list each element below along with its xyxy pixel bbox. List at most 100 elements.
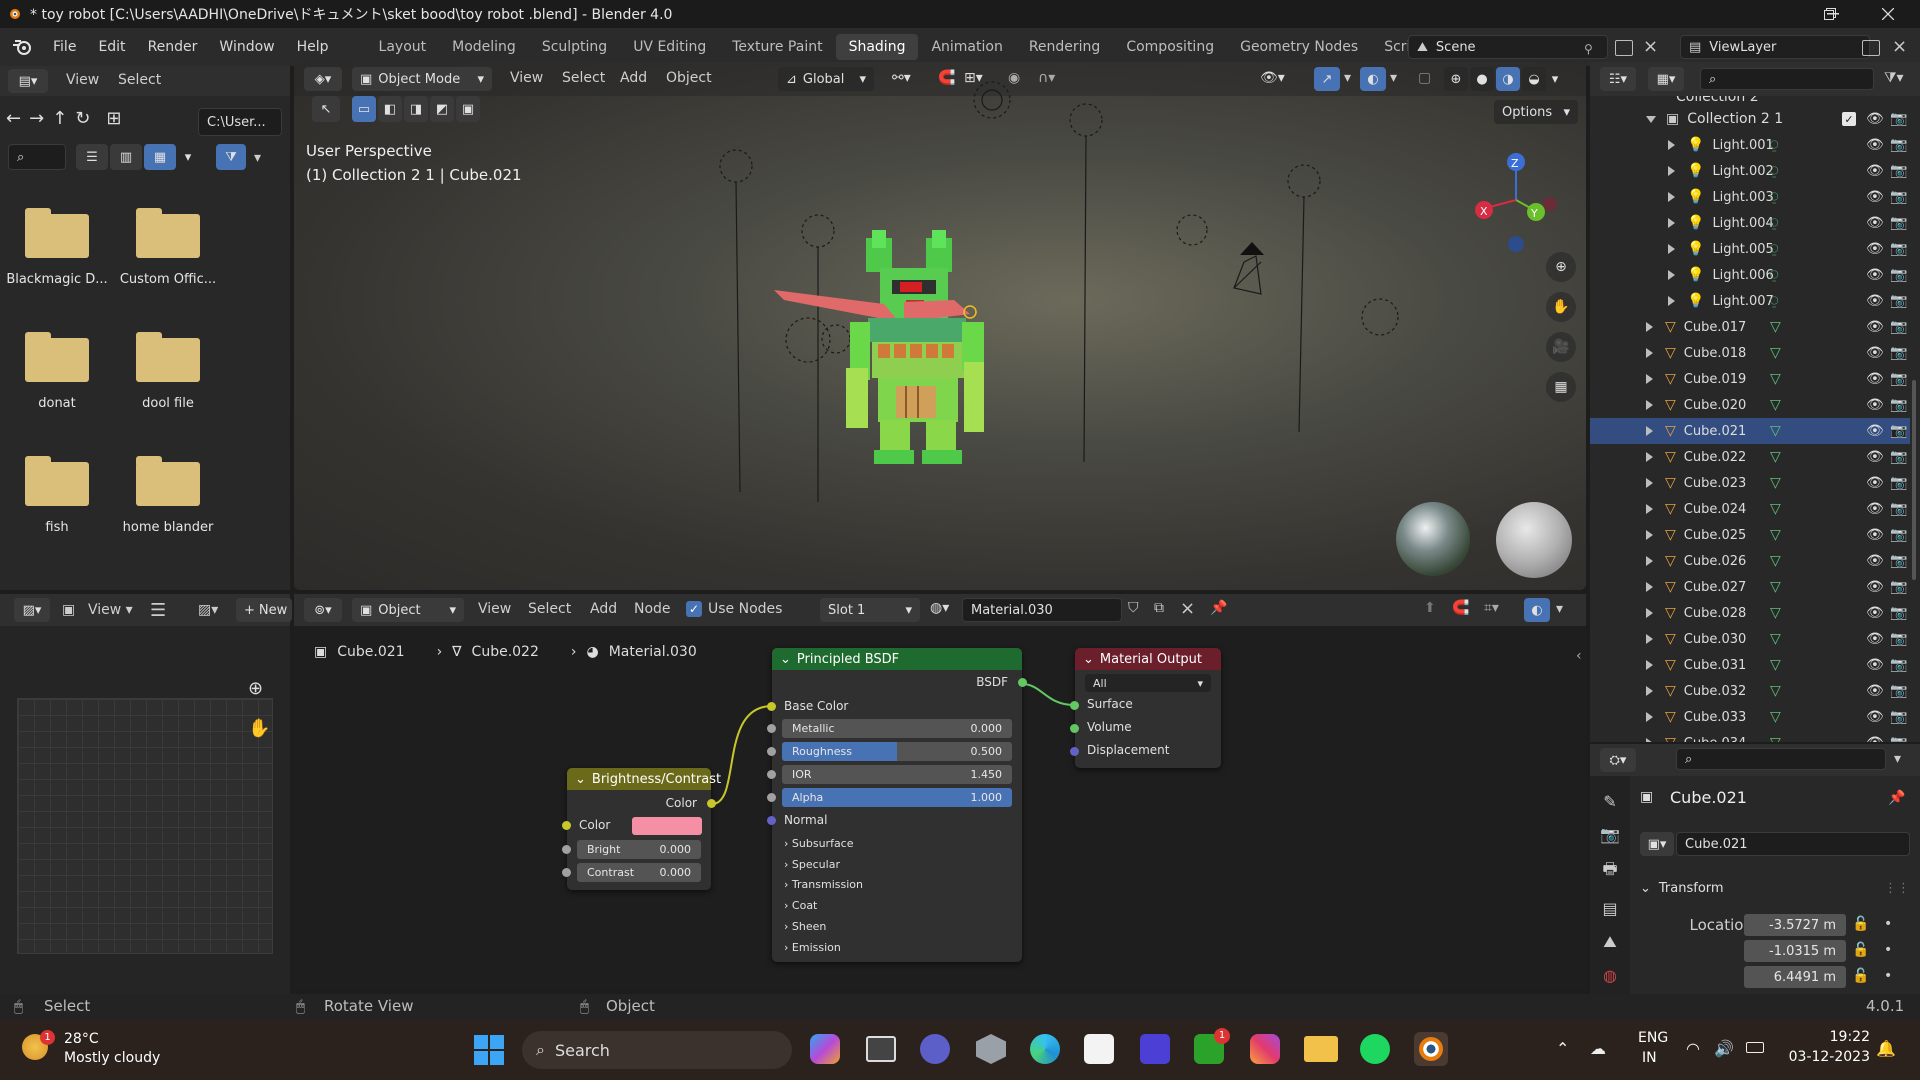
tab-sculpting[interactable]: Sculpting (529, 34, 620, 60)
eye-icon[interactable]: 👁 (1866, 735, 1884, 742)
light-row[interactable]: 💡 Light.006 ⍜ 👁 📷 (1590, 262, 1910, 288)
alpha-socket[interactable] (767, 793, 776, 802)
camera-render-icon[interactable]: 📷 (1890, 709, 1907, 725)
camera-render-icon[interactable]: 📷 (1890, 267, 1907, 283)
new-scene-icon[interactable] (1615, 40, 1633, 56)
mesh-row[interactable]: ▽ Cube.028 ▽ 👁 📷 (1590, 600, 1910, 626)
metallic-field[interactable]: Metallic 0.000 (782, 719, 1012, 738)
back-icon[interactable]: ← (6, 108, 21, 129)
new-folder-icon[interactable]: ⊞ (106, 108, 121, 129)
mesh-row[interactable]: ▽ Cube.023 ▽ 👁 📷 (1590, 470, 1910, 496)
eye-icon[interactable]: 👁 (1866, 345, 1884, 361)
object-name-field[interactable]: Cube.021 (1676, 832, 1910, 856)
eye-icon[interactable]: 👁 (1866, 709, 1884, 725)
mesh-row[interactable]: ▽ Cube.021 ▽ 👁 📷 (1590, 418, 1910, 444)
taskbar-store-icon[interactable] (1084, 1034, 1114, 1064)
transform-panel-header[interactable]: ⌄ Transform ⋮⋮ (1640, 876, 1910, 900)
tab-geometry-nodes[interactable]: Geometry Nodes (1227, 34, 1371, 60)
ortho-grid-icon[interactable]: ▦ (1546, 372, 1576, 402)
expand-chevron-icon[interactable] (1646, 478, 1653, 488)
expand-chevron-icon[interactable] (1646, 322, 1653, 332)
light-row[interactable]: 💡 Light.002 ⍜ 👁 📷 (1590, 158, 1910, 184)
ior-socket[interactable] (767, 770, 776, 779)
battery-icon[interactable] (1746, 1042, 1764, 1053)
camera-render-icon[interactable]: 📷 (1890, 553, 1907, 569)
eye-icon[interactable]: 👁 (1866, 241, 1884, 257)
mesh-row[interactable]: ▽ Cube.032 ▽ 👁 📷 (1590, 678, 1910, 704)
camera-render-icon[interactable]: 📷 (1890, 449, 1907, 465)
expand-chevron-icon[interactable] (1646, 556, 1653, 566)
camera-render-icon[interactable]: 📷 (1890, 683, 1907, 699)
language-top[interactable]: ENG (1638, 1030, 1668, 1046)
light-data-icon[interactable]: ⍜ (1770, 241, 1778, 257)
bc-node-header[interactable]: ⌄ Brightness/Contrast (567, 768, 721, 790)
eye-icon[interactable]: 👁 (1866, 267, 1884, 283)
pin-properties-icon[interactable]: 📌 (1888, 790, 1905, 806)
mesh-data-icon[interactable]: ▽ (1770, 423, 1781, 439)
image-view-mode-icon[interactable]: ▣ (62, 602, 75, 618)
mesh-data-icon[interactable]: ▽ (1770, 449, 1781, 465)
expand-chevron-icon[interactable] (1646, 115, 1656, 123)
show-hidden-icons[interactable]: ⌃ (1556, 1039, 1569, 1058)
view-layer-tab-icon[interactable]: ▤ (1602, 899, 1617, 918)
expand-chevron-icon[interactable] (1646, 712, 1653, 722)
camera-render-icon[interactable]: 📷 (1890, 319, 1907, 335)
expand-chevron-icon[interactable] (1646, 582, 1653, 592)
tab-texture-paint[interactable]: Texture Paint (719, 34, 835, 60)
clock-time[interactable]: 19:22 (1814, 1029, 1870, 1045)
camera-render-icon[interactable]: 📷 (1890, 423, 1907, 439)
light-data-icon[interactable]: ⍜ (1770, 163, 1778, 179)
menu-edit[interactable]: Edit (87, 39, 136, 55)
eye-icon[interactable]: 👁 (1866, 293, 1884, 309)
light-data-icon[interactable]: ⍜ (1770, 215, 1778, 231)
mesh-data-icon[interactable]: ▽ (1770, 735, 1781, 742)
expand-chevron-icon[interactable] (1646, 530, 1653, 540)
parent-dir-icon[interactable]: ↑ (52, 108, 67, 129)
light-data-icon[interactable]: ⍜ (1770, 267, 1778, 283)
light-row[interactable]: 💡 Light.007 ⍜ 👁 📷 (1590, 288, 1910, 314)
eye-icon[interactable]: 👁 (1866, 163, 1884, 179)
mesh-data-icon[interactable]: ▽ (1770, 475, 1781, 491)
mesh-data-icon[interactable]: ▽ (1770, 631, 1781, 647)
eye-icon[interactable]: 👁 (1866, 397, 1884, 413)
eye-icon[interactable]: 👁 (1866, 371, 1884, 387)
scene-tab-icon[interactable]: ⛰ (1603, 932, 1616, 952)
image-menu-icon[interactable]: ☰ (150, 600, 166, 621)
delete-view-layer-icon[interactable]: × (1892, 36, 1907, 57)
camera-render-icon[interactable]: 📷 (1890, 475, 1907, 491)
camera-render-icon[interactable]: 📷 (1890, 137, 1907, 153)
thumbnails-icon[interactable]: ▦ (144, 144, 176, 170)
taskbar-explorer-icon[interactable] (1304, 1036, 1338, 1062)
material-name-field[interactable]: Material.030 (962, 598, 1122, 622)
blender-menu-icon[interactable] (10, 35, 34, 59)
windows-start-icon[interactable] (474, 1035, 504, 1065)
mesh-data-icon[interactable]: ▽ (1770, 319, 1781, 335)
close-window-icon[interactable] (1873, 0, 1903, 28)
mesh-row[interactable]: ▽ Cube.022 ▽ 👁 📷 (1590, 444, 1910, 470)
mesh-data-icon[interactable]: ▽ (1770, 579, 1781, 595)
expand-chevron-icon[interactable] (1646, 634, 1653, 644)
lock-z-icon[interactable]: 🔓 (1852, 968, 1869, 984)
mesh-data-icon[interactable]: ▽ (1770, 527, 1781, 543)
displacement-socket[interactable] (1070, 747, 1079, 756)
alpha-field[interactable]: Alpha 1.000 (782, 788, 1012, 807)
zoom-icon[interactable]: ⊕ (1546, 252, 1576, 282)
viewport-3d[interactable]: ◈▾ ▣ Object Mode ▾ View Select Add Objec… (294, 62, 1586, 590)
mesh-row[interactable]: ▽ Cube.031 ▽ 👁 📷 (1590, 652, 1910, 678)
panel-specular[interactable]: › Specular (784, 855, 863, 876)
node-menu-view[interactable]: View (478, 601, 511, 617)
pan-hand-icon[interactable]: ✋ (1546, 292, 1576, 322)
eye-icon[interactable]: 👁 (1866, 319, 1884, 335)
properties-editor-type-icon[interactable]: ⛭▾ (1600, 748, 1636, 772)
file-menu-select[interactable]: Select (118, 72, 161, 88)
expand-chevron-icon[interactable] (1646, 608, 1653, 618)
outliner-filter-icon[interactable]: ⧩▾ (1884, 70, 1904, 86)
properties-options-icon[interactable]: ▾ (1894, 751, 1901, 767)
eye-icon[interactable]: 👁 (1866, 423, 1884, 439)
image-pan-icon[interactable]: ✋ (248, 718, 270, 739)
eye-icon[interactable]: 👁 (1866, 111, 1884, 127)
mesh-row[interactable]: ▽ Cube.018 ▽ 👁 📷 (1590, 340, 1910, 366)
camera-render-icon[interactable]: 📷 (1890, 241, 1907, 257)
bc-bright-field[interactable]: Bright 0.000 (577, 840, 701, 859)
tab-compositing[interactable]: Compositing (1113, 34, 1227, 60)
